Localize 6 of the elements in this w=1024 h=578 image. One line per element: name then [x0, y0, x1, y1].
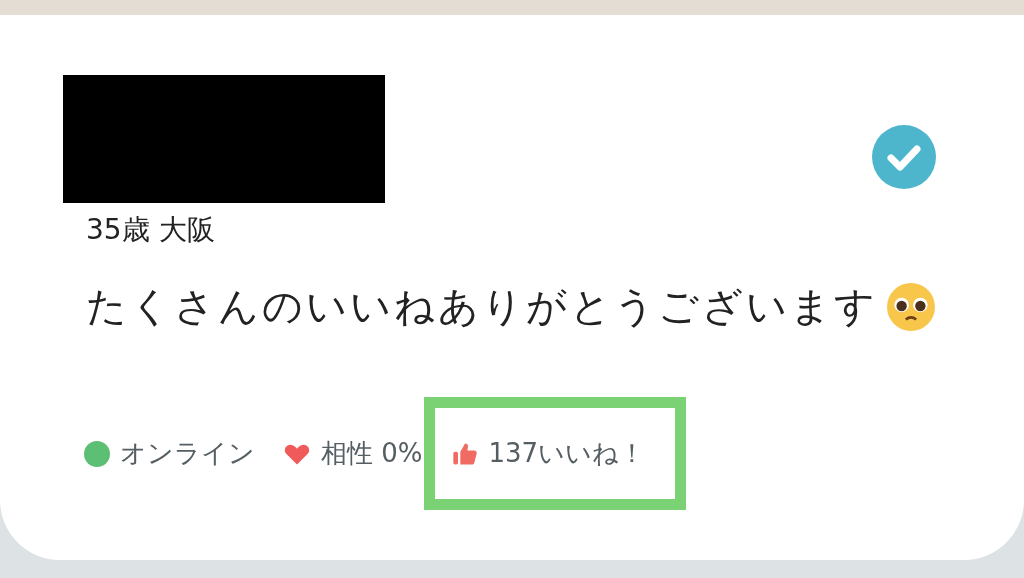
pleading-face-icon	[886, 281, 936, 332]
stat-label: オンライン	[120, 437, 255, 470]
stat-label: 137いいね！	[488, 437, 646, 470]
stat-label: 相性 0%	[321, 437, 423, 470]
age-location: 35歳 大阪	[86, 212, 216, 248]
message-text: たくさんのいいねありがとうございます	[86, 282, 878, 331]
